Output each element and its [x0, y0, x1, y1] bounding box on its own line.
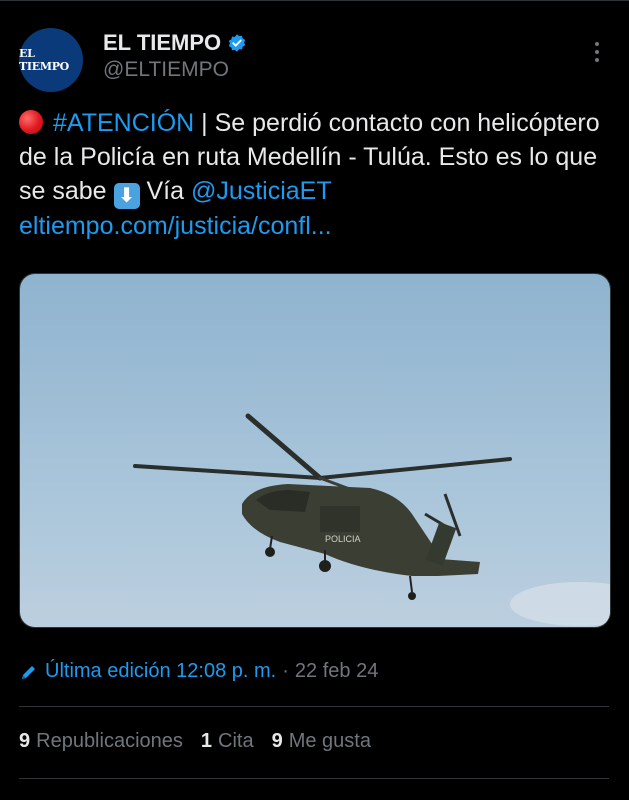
more-options-icon[interactable]	[585, 38, 609, 66]
hashtag-link[interactable]: #ATENCIÓN	[53, 109, 194, 137]
pencil-icon	[19, 662, 39, 682]
account-handle[interactable]: @ELTIEMPO	[103, 58, 229, 82]
tweet-body-2: Vía	[139, 177, 191, 205]
tweet-text: #ATENCIÓN | Se perdió contacto con helic…	[19, 106, 619, 243]
helicopter-photo: POLICIA	[20, 274, 610, 627]
name-row: EL TIEMPO	[103, 30, 247, 56]
avatar[interactable]: EL TIEMPO	[19, 28, 83, 92]
red-circle-icon	[19, 110, 43, 134]
post-date[interactable]: 22 feb 24	[295, 660, 378, 683]
url-link[interactable]: eltiempo.com/justicia/confl...	[19, 212, 332, 240]
reposts-stat[interactable]: 9 Republicaciones	[19, 730, 183, 753]
helicopter-label: POLICIA	[325, 534, 361, 544]
verified-badge-icon	[227, 33, 247, 53]
tweet-header: EL TIEMPO EL TIEMPO @ELTIEMPO	[0, 0, 629, 100]
last-edit-link[interactable]: Última edición 12:08 p. m.	[45, 660, 276, 683]
edit-info-row: Última edición 12:08 p. m. · 22 feb 24	[19, 660, 378, 683]
avatar-text: EL TIEMPO	[19, 47, 69, 73]
account-name[interactable]: EL TIEMPO	[103, 30, 221, 56]
separator-dot: ·	[282, 660, 289, 682]
stats-top-divider	[19, 706, 609, 707]
tweet-media[interactable]: POLICIA	[19, 273, 611, 628]
down-arrow-icon: ⬇	[113, 183, 140, 209]
quotes-stat[interactable]: 1 Cita	[201, 730, 254, 753]
stats-bottom-divider	[19, 778, 609, 779]
stats-row: 9 Republicaciones 1 Cita 9 Me gusta	[19, 730, 371, 753]
likes-stat[interactable]: 9 Me gusta	[272, 730, 371, 753]
mention-link[interactable]: @JusticiaET	[191, 177, 332, 205]
